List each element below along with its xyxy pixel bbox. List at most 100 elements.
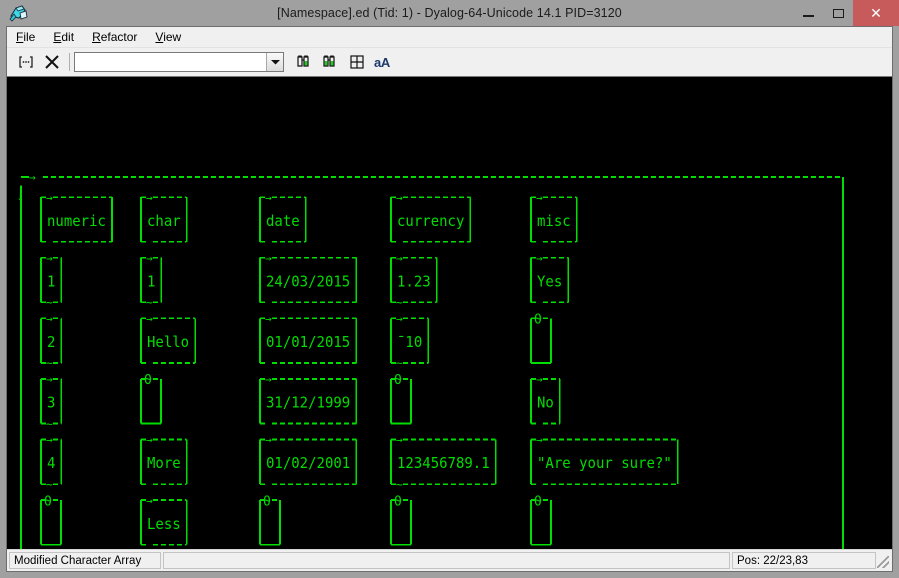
toolbar-separator: [69, 53, 70, 71]
svg-text:~: ~: [396, 477, 403, 491]
resize-grip[interactable]: [876, 552, 890, 569]
array-cell[interactable]: → 01/02/2001: [259, 432, 358, 486]
svg-text:→: →: [46, 432, 53, 446]
array-cell[interactable]: → ~2: [40, 311, 63, 370]
array-cell[interactable]: ⍬: [40, 494, 62, 546]
array-cell[interactable]: → Hello: [140, 311, 196, 364]
svg-text:~: ~: [46, 477, 53, 491]
svg-text:~: ~: [146, 295, 153, 309]
svg-text:→: →: [29, 170, 36, 184]
array-cell[interactable]: → ~1.23: [390, 251, 438, 310]
svg-text:~: ~: [396, 295, 403, 309]
array-cell[interactable]: ⍬: [530, 312, 552, 364]
svg-text:More: More: [147, 456, 181, 472]
array-cell[interactable]: → ~123456789.1: [390, 432, 497, 491]
brackets-icon[interactable]: [13, 50, 39, 74]
title-bar[interactable]: [Namespace].ed (Tid: 1) - Dyalog-64-Unic…: [0, 0, 899, 26]
array-cell[interactable]: → misc: [530, 190, 578, 243]
array-cell[interactable]: → ~1: [40, 251, 63, 310]
menu-bar: File Edit Refactor View: [7, 27, 892, 48]
svg-text:→: →: [396, 190, 403, 204]
svg-text:2: 2: [47, 335, 55, 351]
search-input[interactable]: [75, 53, 266, 71]
search-combobox[interactable]: [74, 52, 284, 72]
svg-text:4: 4: [47, 456, 55, 472]
svg-text:↓: ↓: [17, 189, 24, 203]
svg-text:⍬: ⍬: [534, 494, 542, 509]
svg-text:→: →: [146, 311, 153, 325]
close-icon: ✕: [870, 4, 882, 21]
svg-text:Hello: Hello: [147, 335, 189, 351]
svg-text:→: →: [146, 251, 153, 265]
find-icon[interactable]: [292, 50, 318, 74]
maximize-icon: [832, 8, 844, 18]
svg-text:¯10: ¯10: [397, 335, 422, 351]
array-cell[interactable]: → numeric: [40, 190, 113, 243]
array-cell[interactable]: → currency: [390, 190, 472, 243]
match-case-button[interactable]: aA: [370, 55, 394, 70]
svg-text:⍬: ⍬: [394, 373, 402, 388]
svg-text:→: →: [146, 493, 153, 507]
svg-text:~: ~: [396, 356, 403, 370]
array-cell[interactable]: → No: [530, 372, 561, 425]
svg-text:3: 3: [47, 395, 55, 411]
close-button[interactable]: ✕: [853, 0, 899, 26]
window-controls: ✕: [793, 0, 899, 26]
array-cell[interactable]: → 31/12/1999: [259, 372, 358, 425]
array-cell[interactable]: ⍬: [140, 373, 162, 425]
toolbar: aA: [7, 48, 892, 76]
close-editor-icon[interactable]: [39, 50, 65, 74]
svg-text:1.23: 1.23: [397, 274, 431, 290]
array-cell[interactable]: → char: [140, 190, 188, 243]
svg-text:⍬: ⍬: [263, 494, 271, 509]
status-mode: Modified Character Array: [9, 552, 161, 569]
svg-text:→: →: [396, 311, 403, 325]
svg-text:→: →: [46, 311, 53, 325]
window-title: [Namespace].ed (Tid: 1) - Dyalog-64-Unic…: [277, 6, 622, 20]
array-cell[interactable]: ⍬: [390, 373, 412, 425]
status-message: [163, 552, 730, 569]
menu-item-refactor[interactable]: Refactor: [91, 28, 146, 46]
svg-text:No: No: [537, 395, 554, 411]
array-cell[interactable]: → Yes: [530, 251, 570, 304]
array-cell[interactable]: → ~1: [140, 251, 163, 310]
array-cell[interactable]: ⍬: [390, 494, 412, 546]
minimize-icon: [802, 14, 814, 17]
svg-text:char: char: [147, 213, 181, 229]
array-cell[interactable]: ⍬: [530, 494, 552, 546]
chevron-down-icon[interactable]: [266, 53, 283, 71]
svg-text:→: →: [396, 432, 403, 446]
svg-text:123456789.1: 123456789.1: [397, 456, 490, 472]
svg-text:→: →: [265, 432, 272, 446]
find-replace-icon[interactable]: [318, 50, 344, 74]
svg-text:⍬: ⍬: [394, 494, 402, 509]
maximize-button[interactable]: [823, 0, 853, 26]
array-cell[interactable]: → 24/03/2015: [259, 251, 358, 304]
array-cell[interactable]: → "Are your sure?": [530, 432, 679, 486]
svg-text:→: →: [265, 372, 272, 386]
svg-text:⍬: ⍬: [44, 494, 52, 509]
menu-item-edit[interactable]: Edit: [52, 28, 83, 46]
menu-item-file[interactable]: File: [15, 28, 44, 46]
svg-text:31/12/1999: 31/12/1999: [266, 395, 350, 411]
minimize-button[interactable]: [793, 0, 823, 26]
array-cell[interactable]: ⍬: [259, 494, 281, 546]
array-cell[interactable]: → ~3: [40, 372, 63, 431]
apl-array-editor[interactable]: →↓∊→numeric→char→date→currency→misc→~1→~…: [7, 76, 892, 549]
array-cell[interactable]: → ~ ¯10: [390, 311, 430, 370]
svg-text:Less: Less: [147, 516, 181, 532]
array-cell[interactable]: → 01/01/2015: [259, 311, 358, 364]
svg-text:misc: misc: [537, 213, 571, 229]
svg-text:→: →: [536, 432, 543, 446]
svg-text:Yes: Yes: [537, 274, 562, 290]
menu-item-view[interactable]: View: [154, 28, 190, 46]
client-area: File Edit Refactor View aA → ↓ → numeric…: [6, 26, 893, 572]
array-cell[interactable]: → ~4: [40, 432, 63, 491]
svg-text:→: →: [265, 251, 272, 265]
svg-text:numeric: numeric: [47, 213, 106, 229]
array-cell[interactable]: → Less: [140, 493, 188, 546]
grid-icon[interactable]: [344, 50, 370, 74]
svg-text:24/03/2015: 24/03/2015: [266, 274, 350, 290]
array-cell[interactable]: → date: [259, 190, 307, 243]
array-cell[interactable]: → More: [140, 432, 188, 486]
